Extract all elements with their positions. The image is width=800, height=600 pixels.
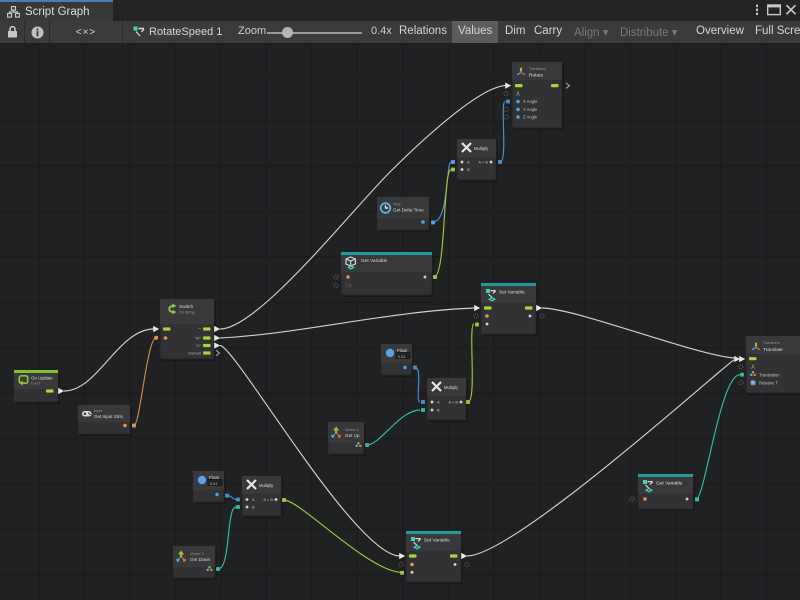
svg-text:Vector 3: Vector 3 <box>345 428 359 432</box>
svg-text:Multiply: Multiply <box>444 385 459 390</box>
svg-text:On Update: On Update <box>31 376 53 381</box>
svg-text:Switch: Switch <box>179 304 193 310</box>
svg-text:Y Angle: Y Angle <box>523 107 538 112</box>
svg-text:Get Variable: Get Variable <box>361 258 388 264</box>
svg-text:A: A <box>437 400 440 405</box>
svg-text:Rotate: Rotate <box>529 73 543 79</box>
svg-text:"W": "W" <box>194 336 201 341</box>
svg-text:A × B: A × B <box>478 160 488 165</box>
svg-text:On String: On String <box>179 311 195 315</box>
svg-text:A: A <box>252 497 255 502</box>
svg-text:A: A <box>467 160 470 165</box>
svg-text:0.01: 0.01 <box>210 481 219 486</box>
svg-text:B: B <box>467 167 470 172</box>
svg-text:Get Delta Time: Get Delta Time <box>393 208 424 213</box>
svg-text:Event: Event <box>31 382 40 386</box>
svg-text:Translate: Translate <box>763 347 783 353</box>
svg-text:Transform: Transform <box>529 67 546 71</box>
svg-text:Transform: Transform <box>763 341 780 345</box>
svg-text:B: B <box>437 408 440 413</box>
svg-text:Get Down: Get Down <box>190 557 211 562</box>
svg-text:X Angle: X Angle <box>523 99 538 104</box>
svg-text:Time: Time <box>393 203 401 207</box>
svg-text:A × B: A × B <box>448 400 458 405</box>
svg-text:Set Variable: Set Variable <box>424 538 450 544</box>
svg-text:Multiply: Multiply <box>474 146 489 151</box>
svg-text:B: B <box>252 505 255 510</box>
svg-text:Get Up: Get Up <box>345 433 360 438</box>
svg-text:Get Input Strin: Get Input Strin <box>94 414 124 419</box>
svg-text:"S": "S" <box>195 343 201 348</box>
svg-text:0.01: 0.01 <box>398 354 407 359</box>
svg-text:Default: Default <box>188 351 202 356</box>
svg-text:Z Angle: Z Angle <box>523 115 538 120</box>
svg-text:Vector 3: Vector 3 <box>190 552 204 556</box>
svg-text:Get Variable: Get Variable <box>656 481 683 487</box>
svg-text:Input: Input <box>94 409 102 413</box>
svg-text:A × B: A × B <box>263 497 273 502</box>
svg-text:Multiply: Multiply <box>259 483 274 488</box>
svg-text:Translation: Translation <box>759 372 780 377</box>
svg-text:Relative T: Relative T <box>759 381 778 386</box>
svg-text:Set Variable: Set Variable <box>499 290 525 296</box>
